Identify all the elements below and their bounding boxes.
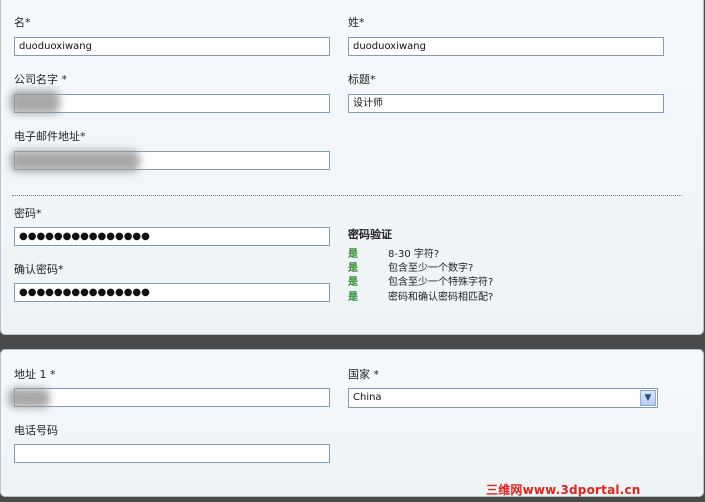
rule-text: 8-30 字符? — [388, 249, 440, 260]
country-select[interactable]: China ▼ — [348, 388, 658, 408]
rule-status: 是 — [348, 249, 358, 260]
last-name-input[interactable]: duoduoxiwang — [348, 37, 664, 56]
rule-text: 密码和确认密码相匹配? — [388, 292, 494, 303]
country-label: 国家 * — [348, 368, 379, 381]
address1-label: 地址 1 * — [14, 368, 56, 381]
address1-input[interactable] — [14, 388, 330, 407]
title-input[interactable]: 设计师 — [348, 94, 664, 113]
phone-input[interactable] — [14, 444, 330, 463]
company-redaction — [10, 90, 60, 114]
chevron-down-icon[interactable]: ▼ — [640, 390, 656, 406]
country-selected-value: China — [353, 392, 382, 403]
last-name-label: 姓* — [348, 16, 365, 29]
confirm-password-input[interactable]: ●●●●●●●●●●●●●●● — [14, 283, 330, 302]
rule-status: 是 — [348, 292, 358, 303]
address-redaction — [8, 388, 50, 408]
email-label: 电子邮件地址* — [14, 130, 86, 143]
email-redaction — [10, 150, 140, 172]
confirm-password-label: 确认密码* — [14, 263, 64, 276]
rule-status: 是 — [348, 263, 358, 274]
section-divider — [12, 195, 682, 196]
company-label: 公司名字 * — [14, 73, 67, 86]
password-validation-title: 密码验证 — [348, 228, 392, 241]
company-input[interactable] — [14, 94, 330, 113]
first-name-label: 名* — [14, 16, 31, 29]
rule-text: 包含至少一个数字? — [388, 263, 474, 274]
phone-label: 电话号码 — [14, 424, 58, 437]
rule-text: 包含至少一个特殊字符? — [388, 277, 494, 288]
password-label: 密码* — [14, 207, 42, 220]
password-input[interactable]: ●●●●●●●●●●●●●●● — [14, 227, 330, 246]
site-watermark: 三维网www.3dportal.cn — [486, 483, 641, 497]
title-label: 标题* — [348, 73, 376, 86]
first-name-input[interactable]: duoduoxiwang — [14, 37, 330, 56]
rule-status: 是 — [348, 277, 358, 288]
